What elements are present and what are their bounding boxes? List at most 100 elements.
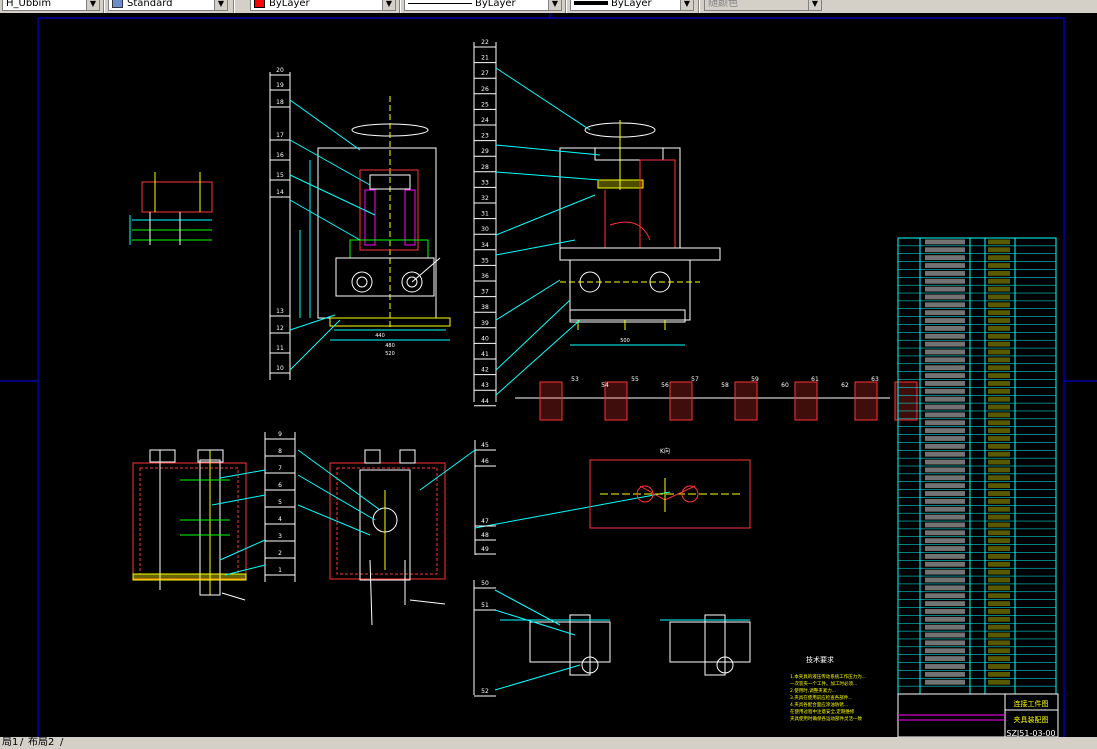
bottom-left-leader-numbers: 9 8 7 6 5 4 3 2 1 [265,431,295,576]
bom-cell-text [925,239,965,245]
plot-color-value: 随颜色 [708,0,738,9]
chevron-down-icon: ▼ [548,0,561,10]
leader-number: 58 [721,382,729,389]
bom-cell-text [988,396,1010,402]
leader-number: 16 [276,152,284,159]
bom-cell-text [925,396,965,402]
bom-cell-text [925,569,965,575]
bom-cell-text [925,483,965,489]
bom-cell-text [988,491,1010,496]
bom-cell-text [988,498,1010,504]
bom-cell-text [925,310,965,316]
tab-layout-2[interactable]: 布局2 [26,737,56,749]
tech-req-line: 2.使用时,调整夹紧力... [790,687,836,694]
bom-cell-text [925,263,965,268]
leader-number: 15 [276,172,284,179]
toolbar-separator [233,0,235,13]
bom-cell-text [925,436,965,441]
tab-separator: / [60,737,64,748]
bom-cell-text [988,530,1010,536]
section-hatch [734,381,758,421]
side-view-leaders [473,42,601,402]
linetype-preview-icon [408,3,472,4]
bom-cell-text [988,553,1010,559]
bom-cell-text [988,428,1010,434]
leader-number: 6 [278,482,282,489]
color-swatch-icon [254,0,265,8]
dim-480: 480 [385,343,395,349]
leader-number: 40 [481,335,489,342]
section-hatch [669,381,693,421]
toolbar-separator [565,0,567,13]
leader-number: 21 [481,55,489,62]
bom-cell-text [988,569,1010,575]
plot-color-dropdown[interactable]: 随颜色 ▼ [704,0,822,11]
leader-number: 7 [278,465,282,472]
plot-style-dropdown[interactable]: H_Ubbim ▼ [2,0,100,11]
bom-cell-text [925,325,965,331]
drawing-canvas[interactable]: 20 19 18 17 16 15 14 13 12 11 10 440 480 520 500 [0,13,1097,739]
leader-number: 62 [841,382,849,389]
bom-cell-text [988,381,1010,386]
section-hatch [854,381,878,421]
dim-500: 500 [620,338,630,344]
bom-cell-text [925,451,965,457]
bom-cell-text [988,656,1010,662]
bill-of-materials [897,237,1057,695]
bom-cell-text [988,593,1010,599]
bom-cell-text [988,247,1010,253]
leader-number: 22 [481,39,489,46]
bom-cell-text [925,577,965,583]
leader-number: 30 [481,226,489,233]
bom-cell-text [925,459,965,465]
bom-cell-text [988,577,1010,583]
bom-cell-text [925,498,965,504]
bom-cell-text [988,506,1010,512]
bom-cell-text [988,546,1010,551]
leader-number: 53 [571,376,579,383]
bom-cell-text [925,349,965,355]
leader-number: 39 [481,320,489,327]
leader-number: 35 [481,257,489,264]
bom-cell-text [925,247,965,253]
leader-number: 43 [481,382,489,389]
linetype-dropdown[interactable]: ByLayer ▼ [404,0,562,11]
text-style-dropdown[interactable]: Standard ▼ [108,0,228,11]
lineweight-dropdown[interactable]: ByLayer ▼ [570,0,694,11]
leader-number: 63 [871,376,879,383]
tech-req-line: 一次装夹一个工件。加工时必须... [790,680,857,687]
tab-separator: / [20,737,24,748]
title-line-2: 夹具装配图 [1014,715,1049,724]
bom-cell-text [925,601,965,607]
bom-cell-text [988,632,1010,638]
bom-cell-text [925,294,965,300]
bom-cell-text [925,522,965,528]
bom-cell-text [925,404,965,410]
text-style-value: Standard [127,0,173,9]
bom-cell-text [925,278,965,284]
color-dropdown[interactable]: ByLayer ▼ [250,0,396,11]
leader-number: 50 [481,580,489,587]
leader-number: 18 [276,99,284,106]
chevron-down-icon: ▼ [86,0,99,10]
tech-req-line: 1.本夹具的液压传动系统工作压力为... [790,673,866,680]
leader-number: 57 [691,376,699,383]
bom-cell-text [925,664,965,669]
leader-number: 47 [481,518,489,525]
bom-cell-text [925,412,965,418]
leader-number: 55 [631,376,639,383]
leader-number: 32 [481,195,489,202]
chevron-down-icon: ▼ [214,0,227,10]
leader-number: 23 [481,133,489,140]
tech-req-line: 3.夹具在使用前应检查各部件... [790,694,853,701]
toolbar-separator [698,0,700,13]
bom-cell-text [925,491,965,496]
toolbar-separator [399,0,401,13]
bom-cell-text [925,318,965,323]
section-views-row: 53 54 55 56 57 58 59 60 61 62 63 [515,376,918,421]
leader-number: 3 [278,533,282,540]
bom-cell-text [988,561,1010,567]
bom-cell-text [925,624,965,630]
leader-number: 42 [481,367,489,374]
bom-cell-text [988,263,1010,268]
